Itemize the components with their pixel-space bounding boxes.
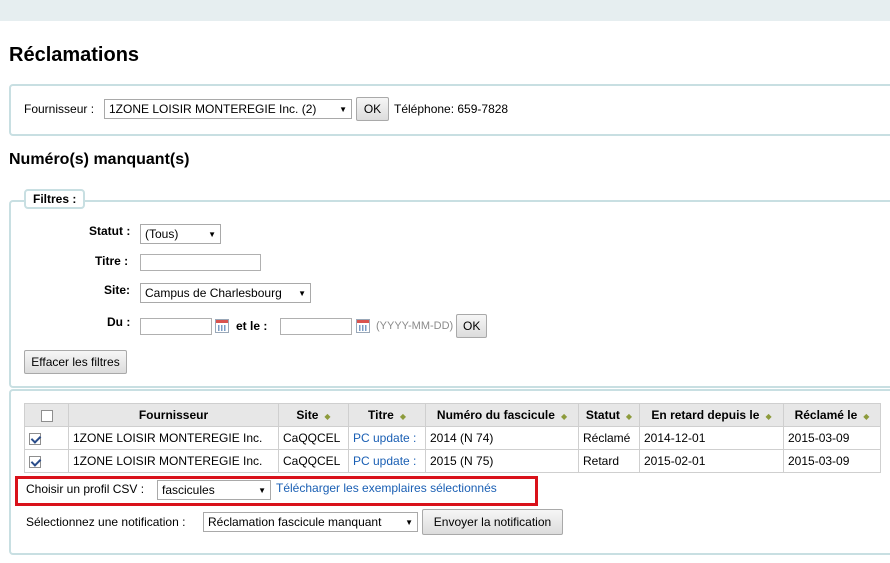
sort-icon: ◆ xyxy=(560,412,568,421)
cell-issue: 2014 (N 74) xyxy=(425,426,579,450)
cell-vendor: 1ZONE LOISIR MONTEREGIE Inc. xyxy=(68,449,279,473)
vendor-select-value: 1ZONE LOISIR MONTEREGIE Inc. (2) xyxy=(109,102,317,116)
csv-profile-value: fascicules xyxy=(162,483,215,497)
cell-issue: 2015 (N 75) xyxy=(425,449,579,473)
chevron-down-icon: ▼ xyxy=(339,105,347,114)
date-format-hint: (YYYY-MM-DD) xyxy=(376,320,454,332)
cell-late-since: 2014-12-01 xyxy=(639,426,784,450)
vendor-phone: Téléphone: 659-7828 xyxy=(394,102,509,116)
cell-title-link[interactable]: PC update : xyxy=(348,426,426,450)
table-header-row: Fournisseur Site ◆ Titre ◆ Numéro du fasci… xyxy=(24,403,881,427)
vendor-label: Fournisseur : xyxy=(24,102,95,116)
clear-filters-button[interactable]: Effacer les filtres xyxy=(24,350,127,374)
page-title: Réclamations xyxy=(9,44,140,66)
to-date-input[interactable] xyxy=(280,318,352,335)
cell-title-link[interactable]: PC update : xyxy=(348,449,426,473)
select-all-checkbox[interactable] xyxy=(40,409,53,422)
table-row: 1ZONE LOISIR MONTEREGIE Inc. CaQQCEL PC … xyxy=(24,449,881,473)
header-claimed-on[interactable]: Réclamé le ◆ xyxy=(783,403,881,427)
header-issue[interactable]: Numéro du fascicule ◆ xyxy=(425,403,579,427)
sort-icon: ◆ xyxy=(324,412,331,421)
cell-vendor: 1ZONE LOISIR MONTEREGIE Inc. xyxy=(68,426,279,450)
csv-profile-select[interactable]: fascicules ▼ xyxy=(157,480,271,500)
chevron-down-icon: ▼ xyxy=(298,289,306,298)
row-checkbox[interactable] xyxy=(29,432,41,445)
notification-select[interactable]: Réclamation fascicule manquant ▼ xyxy=(203,512,418,532)
top-bar xyxy=(0,0,890,21)
cell-status: Retard xyxy=(578,449,640,473)
cell-late-since: 2015-02-01 xyxy=(639,449,784,473)
cell-claimed-on: 2015-03-09 xyxy=(783,449,881,473)
send-notification-button[interactable]: Envoyer la notification xyxy=(422,509,563,535)
header-site[interactable]: Site ◆ xyxy=(278,403,349,427)
site-select[interactable]: Campus de Charlesbourg ▼ xyxy=(140,283,311,303)
calendar-icon[interactable] xyxy=(215,319,229,333)
from-date-input[interactable] xyxy=(140,318,212,335)
select-all-header[interactable] xyxy=(24,403,69,427)
cell-site: CaQQCEL xyxy=(278,449,349,473)
from-date-label: Du : xyxy=(107,315,131,329)
download-selected-link[interactable]: Télécharger les exemplaires sélectionnés xyxy=(276,481,497,495)
calendar-icon[interactable] xyxy=(356,319,370,333)
row-select-cell[interactable] xyxy=(24,426,69,450)
csv-profile-label: Choisir un profil CSV : xyxy=(26,482,145,496)
chevron-down-icon: ▼ xyxy=(258,486,266,495)
sort-icon: ◆ xyxy=(399,412,406,421)
cell-site: CaQQCEL xyxy=(278,426,349,450)
filters-legend: Filtres : xyxy=(24,189,86,209)
chevron-down-icon: ▼ xyxy=(405,518,413,527)
filter-ok-button[interactable]: OK xyxy=(456,314,487,338)
title-input[interactable] xyxy=(140,254,261,271)
header-status[interactable]: Statut ◆ xyxy=(578,403,640,427)
vendor-ok-button[interactable]: OK xyxy=(356,97,389,121)
header-vendor[interactable]: Fournisseur xyxy=(68,403,279,427)
row-checkbox[interactable] xyxy=(29,455,41,468)
notification-select-value: Réclamation fascicule manquant xyxy=(208,515,382,529)
claims-table: Fournisseur Site ◆ Titre ◆ Numéro du fasci… xyxy=(24,403,881,473)
cell-claimed-on: 2015-03-09 xyxy=(783,426,881,450)
vendor-select[interactable]: 1ZONE LOISIR MONTEREGIE Inc. (2) ▼ xyxy=(104,99,352,119)
to-date-label: et le : xyxy=(236,319,268,333)
header-title[interactable]: Titre ◆ xyxy=(348,403,426,427)
cell-status: Réclamé xyxy=(578,426,640,450)
sort-icon: ◆ xyxy=(863,412,870,421)
status-select[interactable]: (Tous) ▼ xyxy=(140,224,221,244)
site-select-value: Campus de Charlesbourg xyxy=(145,286,282,300)
row-select-cell[interactable] xyxy=(24,449,69,473)
notification-label: Sélectionnez une notification : xyxy=(26,515,186,529)
table-row: 1ZONE LOISIR MONTEREGIE Inc. CaQQCEL PC … xyxy=(24,426,881,450)
sort-icon: ◆ xyxy=(625,412,633,421)
sort-icon: ◆ xyxy=(765,412,772,421)
header-late-since[interactable]: En retard depuis le ◆ xyxy=(639,403,784,427)
title-label: Titre : xyxy=(95,254,129,268)
site-label: Site: xyxy=(104,283,131,297)
chevron-down-icon: ▼ xyxy=(208,230,216,239)
section-title: Numéro(s) manquant(s) xyxy=(9,151,190,168)
status-label: Statut : xyxy=(89,224,131,238)
status-select-value: (Tous) xyxy=(145,227,179,241)
